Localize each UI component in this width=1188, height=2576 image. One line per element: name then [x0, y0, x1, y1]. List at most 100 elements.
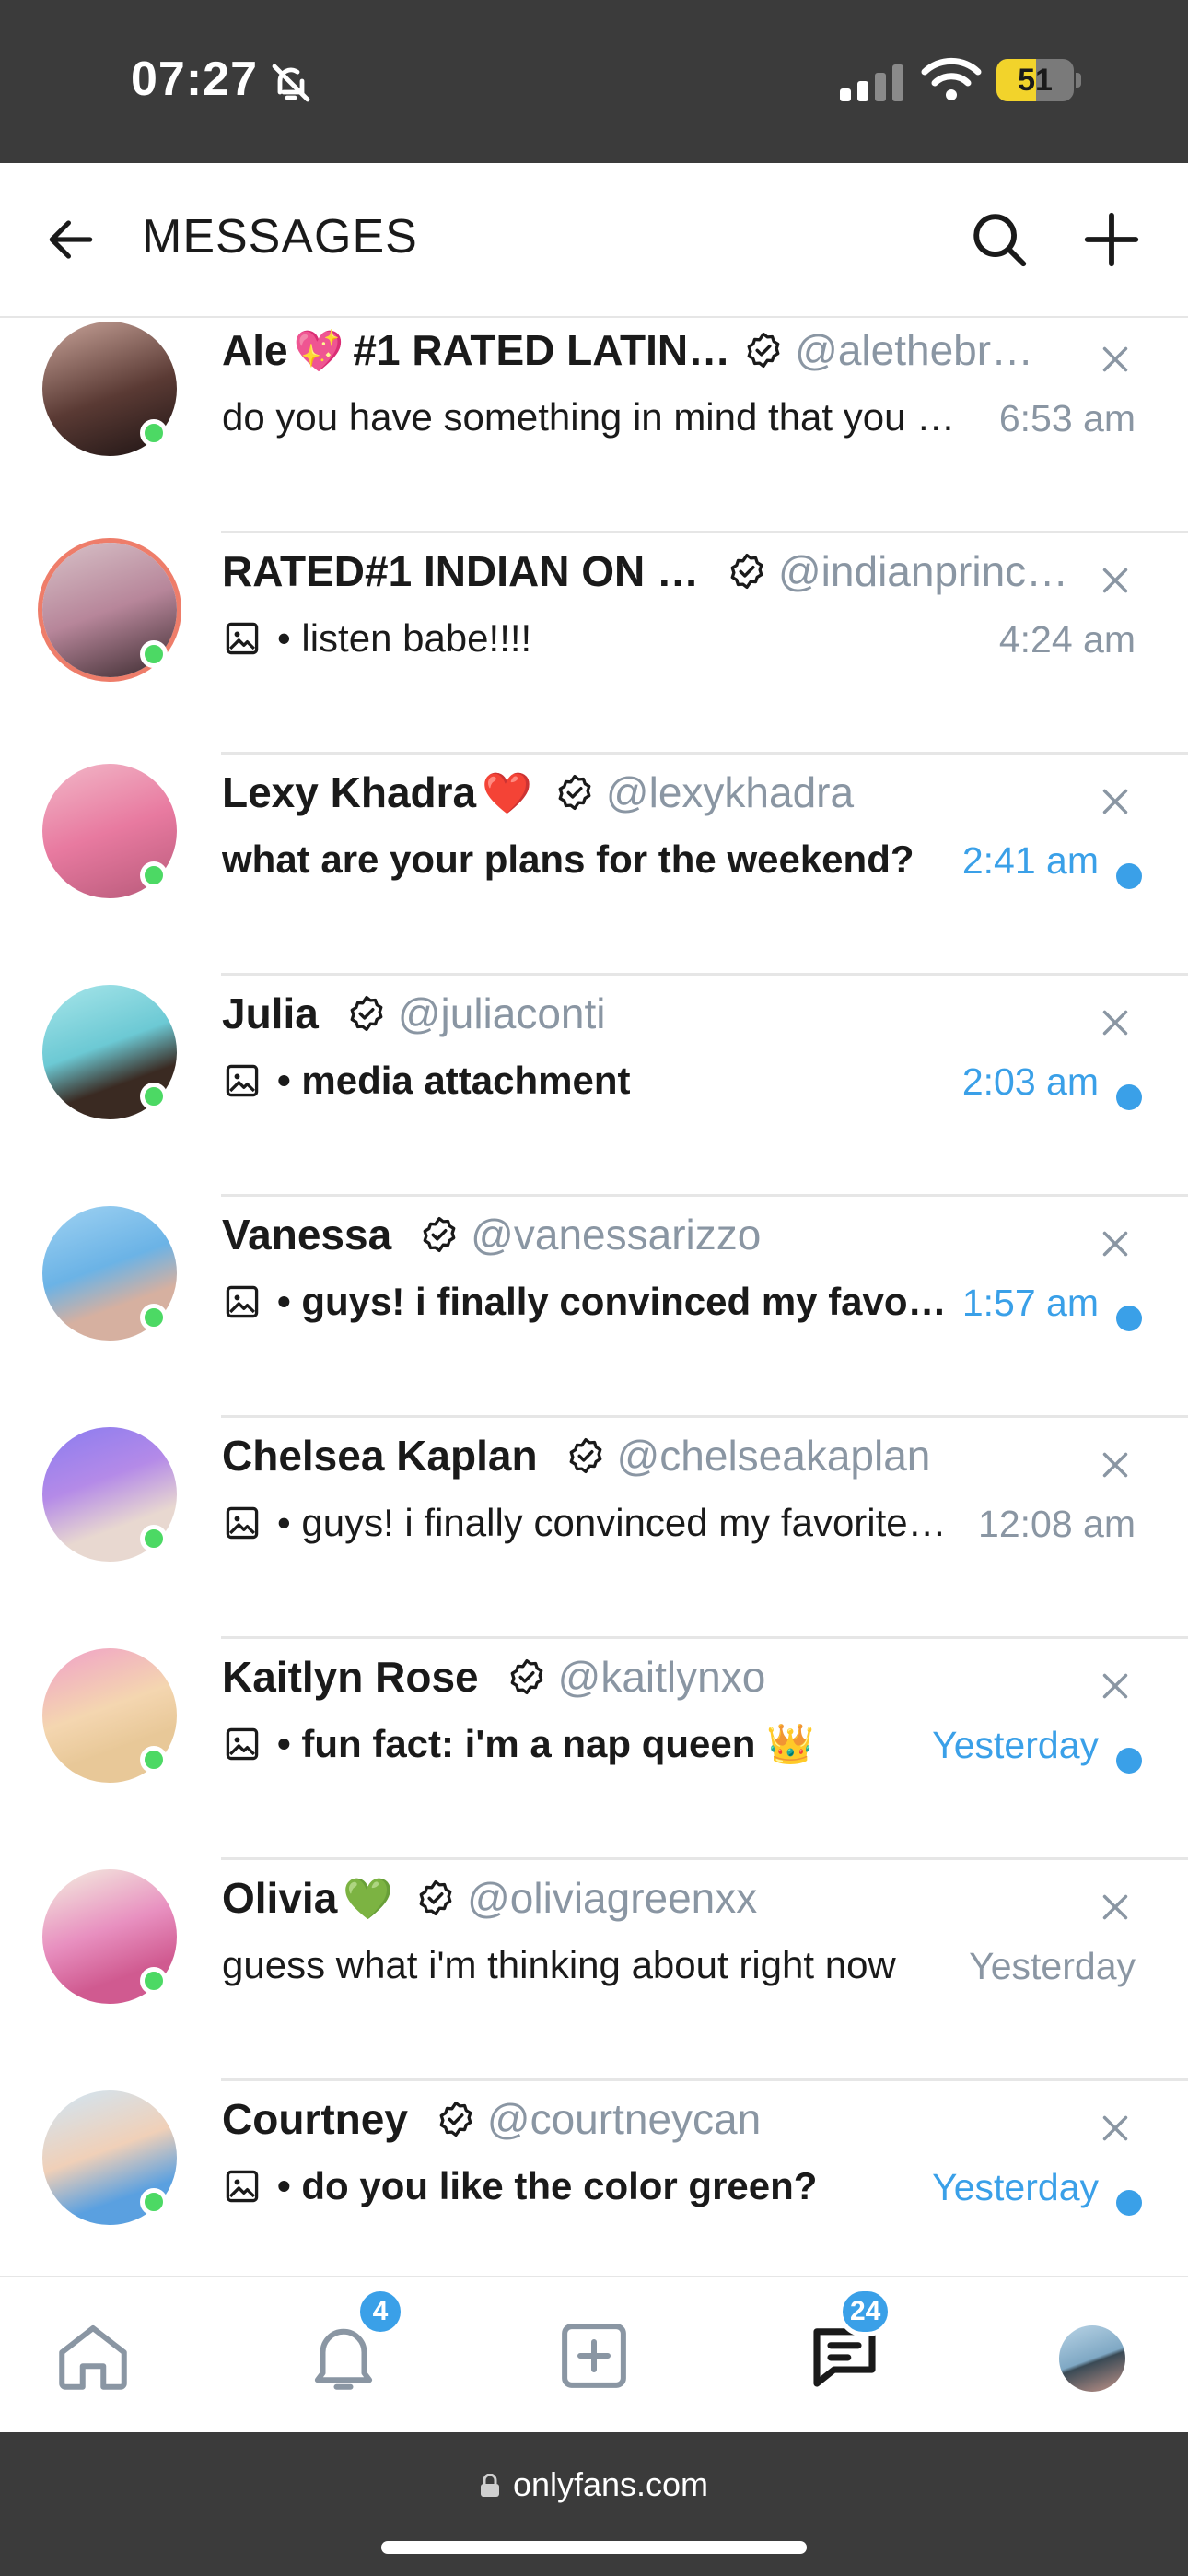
contact-name-line: Lexy Khadra ❤️ @lexykhadra: [222, 767, 1051, 826]
contact-name: Julia: [222, 989, 319, 1037]
conversation-row[interactable]: Lexy Khadra ❤️ @lexykhadra what are your pl…: [0, 755, 1188, 976]
message-preview-text: guess what i'm thinking about right now: [222, 1943, 896, 1986]
message-preview: do you have something in mind that you …: [222, 395, 959, 454]
online-status-dot: [140, 419, 168, 447]
message-preview: • fun fact: i'm a nap queen 👑: [222, 1722, 959, 1781]
image-attachment-icon: [226, 1064, 259, 1097]
message-timestamp: Yesterday: [932, 2166, 1099, 2208]
verified-badge-icon: [569, 1437, 601, 1474]
image-attachment-icon: [226, 622, 259, 655]
close-icon[interactable]: [1094, 559, 1136, 602]
conversation-row[interactable]: Olivia 💚 @oliviagreenxx guess what i'm thin…: [0, 1860, 1188, 2081]
bell-slash-icon: [272, 64, 310, 102]
contact-name: Ale: [222, 326, 288, 374]
contact-handle: @oliviagreenxx: [467, 1874, 758, 1922]
home-icon[interactable]: [52, 2314, 134, 2397]
contact-name: Chelsea Kaplan: [222, 1432, 538, 1480]
browser-address-bar[interactable]: onlyfans.com: [0, 2432, 1188, 2576]
message-preview-text: • do you like the color green?: [277, 2164, 818, 2207]
close-icon[interactable]: [1094, 1886, 1136, 1928]
notifications-badge: 4: [355, 2287, 405, 2336]
message-preview-text: • fun fact: i'm a nap queen 👑: [277, 1722, 815, 1765]
unread-indicator-dot: [1116, 2190, 1142, 2216]
conversation-row[interactable]: Julia @juliaconti • media attachment 2:03 a…: [0, 976, 1188, 1197]
message-preview: • media attachment: [222, 1059, 959, 1118]
close-icon[interactable]: [1094, 338, 1136, 381]
bottom-navigation: 4 24: [0, 2276, 1188, 2434]
close-icon[interactable]: [1094, 780, 1136, 823]
contact-handle: @juliaconti: [397, 989, 606, 1037]
conversation-row[interactable]: Kaitlyn Rose @kaitlynxo • fun fact: i'm a …: [0, 1639, 1188, 1860]
close-icon[interactable]: [1094, 1444, 1136, 1486]
contact-name: Courtney: [222, 2095, 408, 2143]
image-attachment-icon: [226, 1727, 259, 1761]
message-timestamp: 1:57 am: [961, 1282, 1099, 1324]
message-preview: guess what i'm thinking about right now: [222, 1943, 959, 2002]
conversation-row[interactable]: Ale 💖 #1 RATED LATIN… @alethebr… do you have…: [0, 318, 1188, 533]
wifi-icon: [921, 57, 982, 100]
online-status-dot: [140, 861, 168, 889]
contact-name: RATED#1 INDIAN ON …: [222, 547, 699, 595]
contact-name: Vanessa: [222, 1211, 392, 1259]
contact-name-line: Chelsea Kaplan @chelseakaplan: [222, 1431, 1051, 1490]
back-arrow-icon[interactable]: [42, 211, 99, 268]
unread-indicator-dot: [1116, 1306, 1142, 1331]
contact-name: Kaitlyn Rose: [222, 1653, 479, 1701]
message-preview-text: • listen babe!!!!: [277, 616, 532, 660]
home-indicator[interactable]: [381, 2541, 807, 2554]
verified-badge-icon: [350, 995, 383, 1032]
online-status-dot: [140, 1304, 168, 1331]
cellular-signal-icon: [840, 64, 903, 101]
close-icon[interactable]: [1094, 2107, 1136, 2149]
close-icon[interactable]: [1094, 1665, 1136, 1707]
page-title: MESSAGES: [142, 210, 418, 263]
message-preview-text: • media attachment: [277, 1059, 631, 1102]
search-icon[interactable]: [967, 207, 1031, 272]
image-attachment-icon: [226, 2170, 259, 2203]
message-timestamp: 2:41 am: [961, 839, 1099, 882]
message-preview: • guys! i finally convinced my favori…: [222, 1280, 959, 1339]
conversation-row[interactable]: Vanessa @vanessarizzo • guys! i finally co…: [0, 1197, 1188, 1418]
contact-handle: @alethebr…: [795, 326, 1034, 374]
online-status-dot: [140, 1967, 168, 1995]
unread-indicator-dot: [1116, 1084, 1142, 1110]
conversation-list[interactable]: Ale 💖 #1 RATED LATIN… @alethebr… do you have…: [0, 318, 1188, 2276]
status-time: 07:27: [131, 53, 258, 106]
verified-badge-icon: [423, 1216, 456, 1253]
close-icon[interactable]: [1094, 1223, 1136, 1265]
contact-name-suffix: #1 RATED LATIN…: [353, 326, 731, 374]
battery-level: 51: [1018, 63, 1053, 98]
contact-name-line: Ale 💖 #1 RATED LATIN… @alethebr…: [222, 325, 1051, 384]
online-status-dot: [140, 1525, 168, 1552]
messages-header: MESSAGES: [0, 163, 1188, 318]
verified-badge-icon: [510, 1658, 543, 1695]
message-preview: • do you like the color green?: [222, 2164, 959, 2223]
image-attachment-icon: [226, 1285, 259, 1318]
messages-nav[interactable]: 24: [803, 2287, 893, 2397]
message-timestamp: 6:53 am: [998, 397, 1136, 439]
profile-avatar[interactable]: [1059, 2325, 1125, 2392]
name-emoji: 💚: [343, 1877, 394, 1922]
new-message-plus-icon[interactable]: [1079, 207, 1144, 272]
contact-handle: @chelseakaplan: [616, 1432, 931, 1480]
message-timestamp: 2:03 am: [961, 1060, 1099, 1103]
close-icon[interactable]: [1094, 1001, 1136, 1044]
url-text: onlyfans.com: [512, 2465, 709, 2503]
contact-name: Lexy Khadra: [222, 768, 477, 816]
message-preview: • listen babe!!!!: [222, 616, 959, 675]
contact-handle: @lexykhadra: [605, 768, 855, 816]
message-timestamp: 12:08 am: [978, 1503, 1136, 1545]
verified-badge-icon: [558, 774, 591, 811]
contact-name-line: Olivia 💚 @oliviagreenxx: [222, 1873, 1051, 1932]
conversation-row[interactable]: Courtney @courtneycan • do you like the co…: [0, 2081, 1188, 2276]
notifications-nav[interactable]: 4: [302, 2287, 405, 2397]
message-preview-text: do you have something in mind that you …: [222, 395, 956, 439]
contact-handle: @indianprinc…: [777, 547, 1069, 595]
name-emoji: 💖: [293, 329, 344, 374]
conversation-row[interactable]: Chelsea Kaplan @chelseakaplan • guys! i fi…: [0, 1418, 1188, 1639]
conversation-row[interactable]: RATED#1 INDIAN ON … @indianprinc… • listen…: [0, 533, 1188, 755]
verified-badge-icon: [439, 2101, 472, 2137]
message-preview-text: • guys! i finally convinced my favorite…: [277, 1501, 947, 1544]
message-timestamp: Yesterday: [969, 1945, 1136, 1987]
add-post-icon[interactable]: [553, 2314, 635, 2397]
